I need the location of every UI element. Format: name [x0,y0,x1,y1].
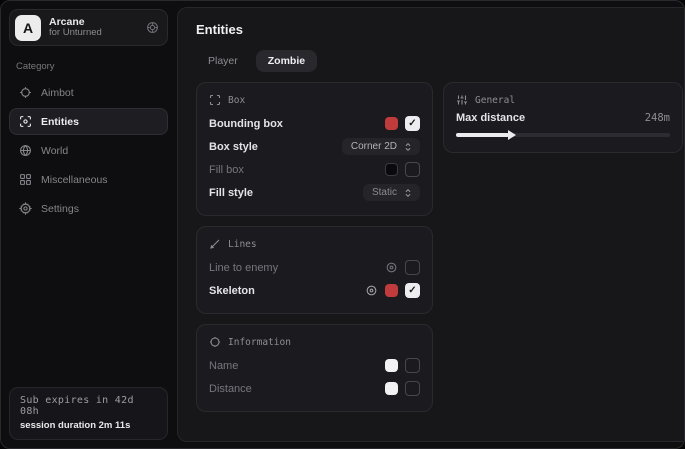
setting-label: Fill box [209,164,244,176]
checkbox-unchecked[interactable] [405,358,420,373]
category-label: Category [16,61,168,72]
setting-row-fill-box: Fill box [209,158,420,181]
info-target-icon [209,336,221,348]
sidebar-item-label: Aimbot [41,87,74,99]
chevron-updown-icon [403,142,413,152]
sub-expires-text: Sub expires in 42d 08h [20,395,157,417]
dropdown-value: Static [372,187,397,198]
tab-bar: Player Zombie [196,50,683,72]
globe-icon [18,144,32,157]
color-swatch[interactable] [385,382,398,395]
general-card: General Max distance 248m [443,82,683,153]
slider-label: Max distance [456,112,525,124]
chevron-updown-icon [403,188,413,198]
main-panel: Entities Player Zombie Box [177,7,685,442]
color-swatch[interactable] [385,163,398,176]
setting-label: Name [209,360,238,372]
information-card: Information Name Distance [196,324,433,412]
scan-brackets-icon [209,94,221,106]
sidebar-item-label: Settings [41,203,79,215]
entities-icon [18,115,32,128]
information-section-title: Information [228,337,291,348]
slider-value: 248m [645,112,670,124]
sidebar-item-settings[interactable]: Settings [9,195,168,222]
sidebar-item-world[interactable]: World [9,137,168,164]
tab-player[interactable]: Player [196,50,250,72]
setting-label: Box style [209,141,258,153]
box-card: Box Bounding box ✓ Box style Co [196,82,433,216]
lines-card: Lines Line to enemy [196,226,433,314]
subscription-card: Sub expires in 42d 08h session duration … [9,387,168,440]
crosshair-icon [18,86,32,99]
app-subtitle: for Unturned [49,28,102,39]
session-duration-text: session duration 2m 11s [20,420,157,431]
box-section-title: Box [228,95,245,106]
checkbox-checked[interactable]: ✓ [405,283,420,298]
general-section-title: General [475,95,515,106]
checkbox-checked[interactable]: ✓ [405,116,420,131]
lines-section-title: Lines [228,239,257,250]
setting-label: Skeleton [209,285,255,297]
app-header-card: A Arcane for Unturned [9,9,168,46]
checkbox-unchecked[interactable] [405,381,420,396]
setting-row-skeleton: Skeleton ✓ [209,279,420,302]
max-distance-slider[interactable] [456,133,670,137]
checkbox-unchecked[interactable] [405,260,420,275]
fill-style-dropdown[interactable]: Static [363,184,420,201]
app-logo: A [15,15,41,41]
setting-label: Line to enemy [209,262,278,274]
sidebar-item-entities[interactable]: Entities [9,108,168,135]
pencil-line-icon [209,238,221,250]
visibility-eye-icon[interactable] [365,284,378,297]
setting-label: Bounding box [209,118,283,130]
app-window: A Arcane for Unturned Category A [0,0,685,449]
checkbox-unchecked[interactable] [405,162,420,177]
dropdown-value: Corner 2D [351,141,397,152]
sidebar-item-miscellaneous[interactable]: Miscellaneous [9,166,168,193]
sidebar-item-label: Entities [41,116,79,128]
setting-label: Fill style [209,187,253,199]
setting-row-name: Name [209,354,420,377]
tab-zombie[interactable]: Zombie [256,50,317,72]
lifebuoy-icon[interactable] [146,21,159,34]
box-style-dropdown[interactable]: Corner 2D [342,138,420,155]
max-distance-row: Max distance 248m [456,112,670,124]
color-swatch[interactable] [385,117,398,130]
setting-row-fill-style: Fill style Static [209,181,420,204]
color-swatch[interactable] [385,359,398,372]
setting-label: Distance [209,383,252,395]
color-swatch[interactable] [385,284,398,297]
sliders-icon [456,94,468,106]
slider-thumb[interactable] [508,130,516,140]
grid-icon [18,173,32,186]
sidebar-nav: Aimbot Entities World [9,79,168,222]
visibility-eye-icon[interactable] [385,261,398,274]
sidebar-item-label: Miscellaneous [41,174,108,186]
sidebar: A Arcane for Unturned Category A [1,1,176,448]
setting-row-line-to-enemy: Line to enemy [209,256,420,279]
slider-fill [456,133,509,137]
sidebar-item-aimbot[interactable]: Aimbot [9,79,168,106]
setting-row-bounding-box: Bounding box ✓ [209,112,420,135]
app-meta: Arcane for Unturned [49,16,102,39]
sidebar-item-label: World [41,145,68,157]
setting-row-box-style: Box style Corner 2D [209,135,420,158]
setting-row-distance: Distance [209,377,420,400]
page-title: Entities [196,22,683,37]
gear-icon [18,202,32,215]
